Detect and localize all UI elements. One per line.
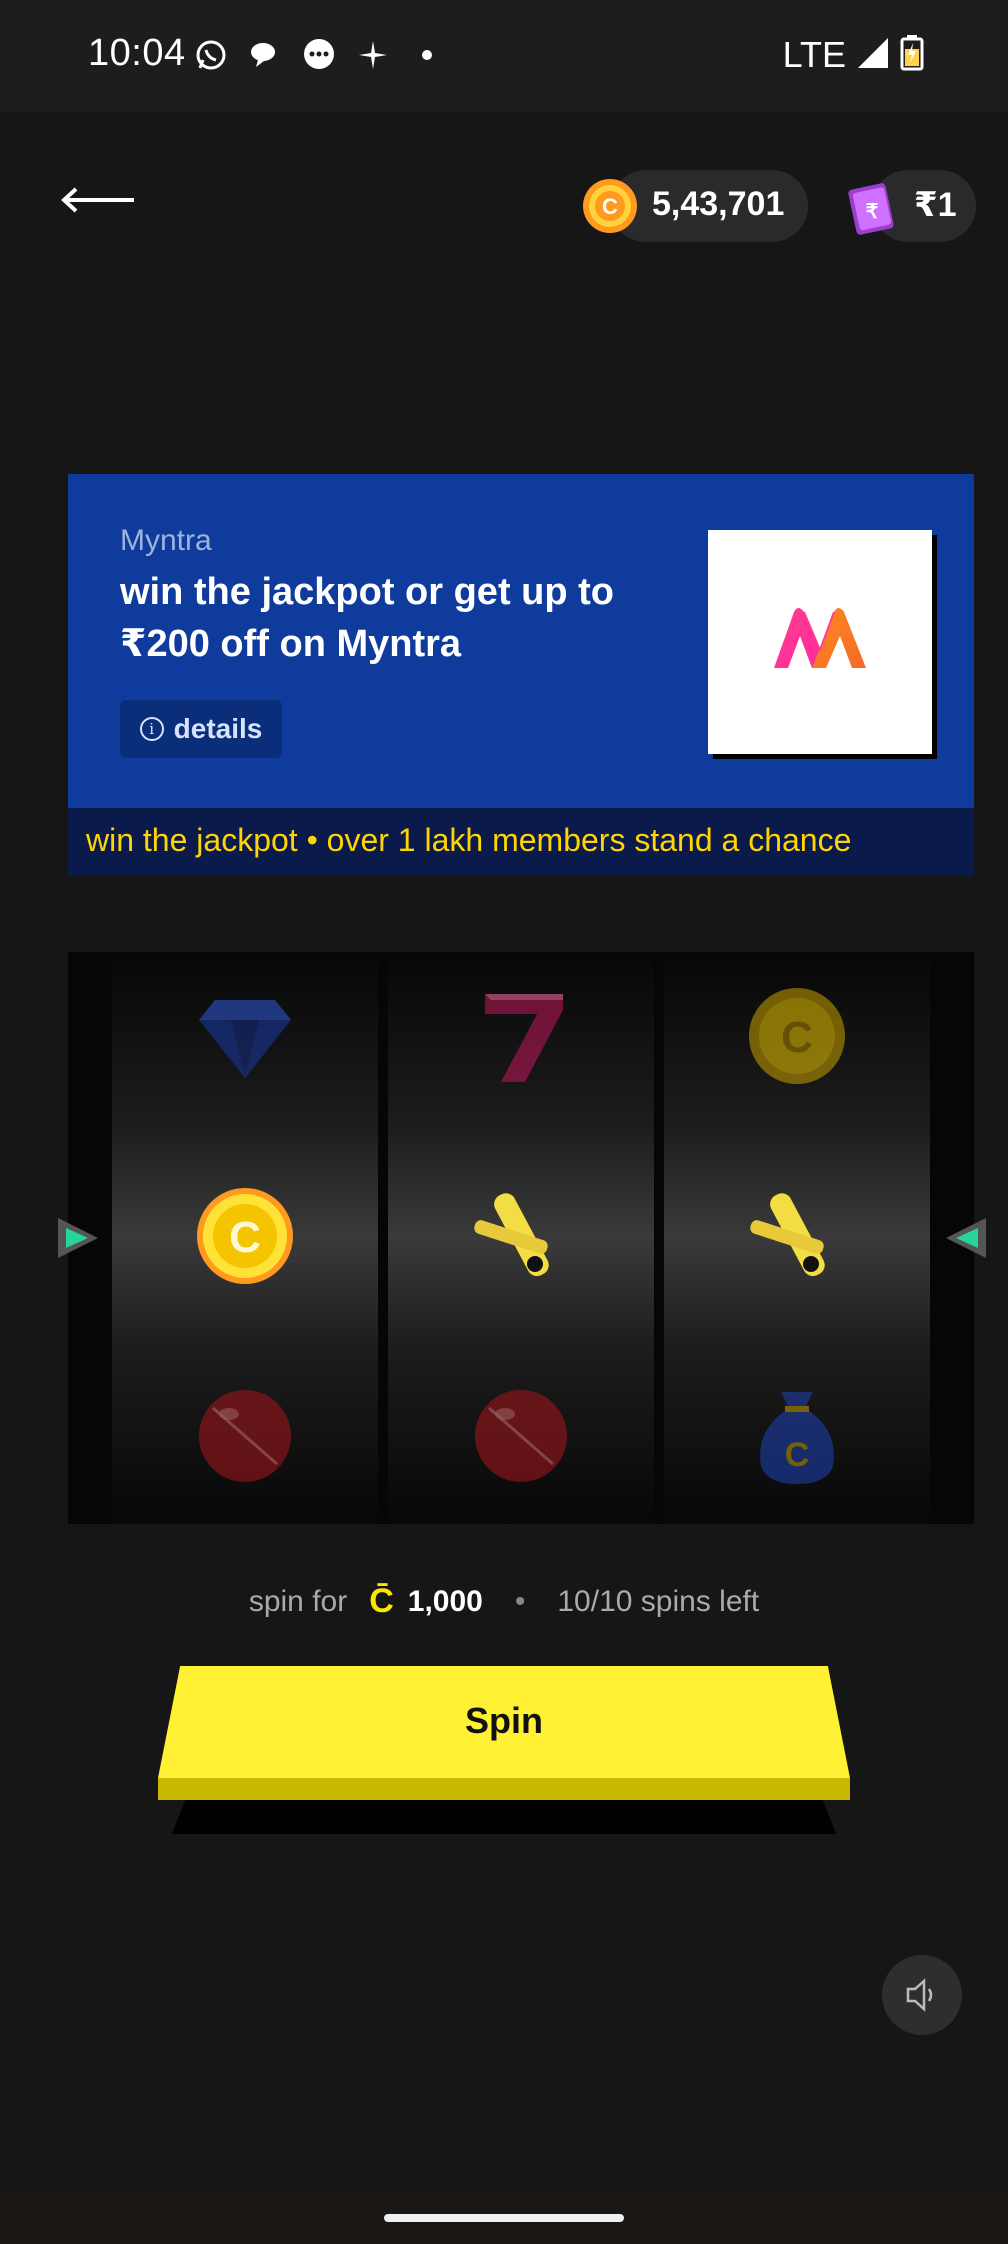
myntra-logo-icon	[774, 608, 866, 668]
reel-2	[388, 952, 654, 1524]
signal-icon	[856, 36, 890, 75]
home-indicator[interactable]	[384, 2214, 624, 2222]
battery-icon	[900, 34, 924, 76]
banner-title: win the jackpot or get up to ₹200 off on…	[120, 571, 614, 665]
cricket-bats-icon	[474, 1193, 549, 1277]
ticker-text: win the jackpot • over 1 lakh members st…	[86, 822, 852, 858]
cricket-ball-icon	[199, 1390, 291, 1482]
reel-1: C	[112, 952, 378, 1524]
details-label: details	[173, 713, 263, 744]
whatsapp-icon	[192, 36, 230, 74]
more-dot-icon	[408, 36, 446, 74]
info-icon: i	[139, 717, 164, 741]
coin-icon: C	[749, 988, 845, 1084]
rupee-wallet-icon: ₹	[848, 183, 894, 235]
spin-cost: 1,000	[407, 1584, 483, 1618]
notification-icons	[192, 36, 446, 74]
spin-button-edge	[158, 1778, 850, 1800]
separator-dot: •	[514, 1584, 526, 1618]
status-bar: 10:04 LTE	[0, 0, 1008, 112]
back-button[interactable]	[60, 170, 150, 230]
chat-bubbles-icon	[246, 36, 284, 74]
cricket-bats-icon	[750, 1193, 825, 1277]
sparkle-icon	[354, 36, 392, 74]
speaker-icon	[906, 1978, 933, 2012]
reel-3: C C	[664, 952, 930, 1524]
status-time: 10:04	[88, 32, 186, 74]
coin-icon: C	[583, 179, 637, 233]
svg-text:C: C	[229, 1213, 261, 1262]
spin-button-shadow	[172, 1800, 836, 1834]
money-bag-icon: C	[760, 1392, 834, 1484]
diamond-icon	[199, 1000, 291, 1078]
network-label: LTE	[782, 34, 846, 75]
spin-for-label: spin for	[248, 1584, 348, 1618]
details-button[interactable]: i details	[120, 700, 282, 758]
svg-text:C: C	[785, 1436, 810, 1474]
svg-text:₹: ₹	[866, 201, 879, 223]
cricket-ball-icon	[475, 1390, 567, 1482]
spin-info: spin for C̄ 1,000 • 10/10 spins left	[0, 1582, 1008, 1621]
slot-machine: C C C	[68, 952, 974, 1524]
svg-text:C: C	[781, 1013, 813, 1062]
status-right: LTE	[783, 34, 924, 76]
back-arrow-icon	[61, 187, 134, 213]
left-pointer-arrow-icon	[58, 1218, 98, 1258]
promo-ticker: win the jackpot • over 1 lakh members st…	[68, 808, 974, 876]
right-pointer-arrow-icon	[946, 1218, 986, 1258]
banner-brand: Myntra	[120, 524, 212, 557]
rupee-value: ₹1	[914, 186, 957, 224]
spin-button[interactable]: Spin	[158, 1666, 850, 1800]
coins-value: 5,43,701	[652, 185, 785, 223]
coin-icon: C	[197, 1188, 293, 1284]
spin-button-label: Spin	[465, 1700, 543, 1741]
seven-icon	[485, 994, 563, 1082]
myntra-logo-card	[708, 530, 932, 754]
message-icon	[300, 36, 338, 74]
offer-banner: Myntra win the jackpot or get up to ₹200…	[68, 474, 974, 808]
svg-text:C: C	[602, 194, 618, 219]
sound-toggle-button[interactable]	[882, 1955, 962, 2035]
coin-currency-icon: C̄	[369, 1582, 394, 1620]
spins-left: 10/10 spins left	[557, 1584, 760, 1618]
